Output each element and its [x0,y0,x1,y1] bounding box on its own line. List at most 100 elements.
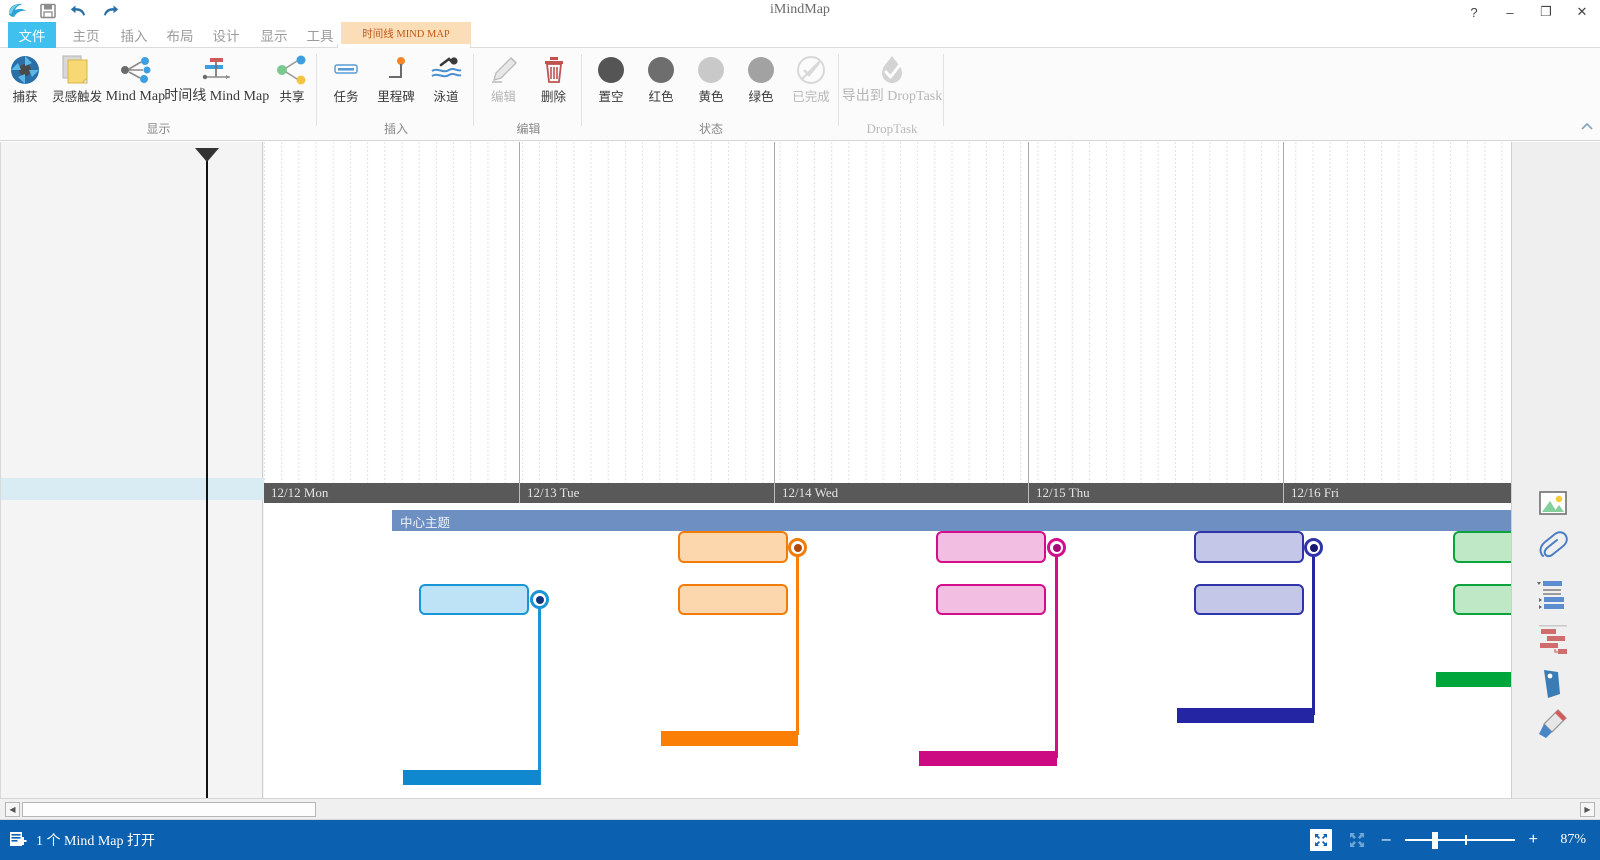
ribbon-group-separator [581,54,582,126]
swimlane-button[interactable]: 泳道 [421,50,471,114]
status-none-button[interactable]: 置空 [586,50,636,114]
milestone-connector [1312,547,1315,715]
minimize-button[interactable]: – [1502,4,1518,20]
trash-button[interactable]: 删除 [529,50,579,114]
date-cell-3[interactable]: 12/15 Thu [1028,483,1283,503]
zoom-slider-track [1405,839,1515,841]
task-node[interactable] [1453,531,1511,563]
milestone-marker[interactable] [1304,538,1323,557]
tab-3[interactable]: 布局 [156,22,204,48]
status-yellow-dot [698,50,724,90]
zoom-slider-thumb[interactable] [1432,832,1438,849]
brainstorm-button[interactable]: 灵感触发 [50,50,104,114]
contextual-tab-banner: 时间线 MIND MAP [341,22,471,44]
ribbon-item-label: 红色 [648,90,673,104]
status-red-button[interactable]: 红色 [636,50,686,114]
milestone-marker[interactable] [1047,538,1066,557]
timeline-grid[interactable] [264,142,1511,798]
scroll-left-arrow[interactable]: ◀ [5,802,20,817]
task-node[interactable] [1453,584,1511,615]
date-cell-1[interactable]: 12/13 Tue [519,483,774,503]
image-icon[interactable] [1530,480,1576,526]
swimlane-icon [429,50,463,90]
zoom-level-label: 87% [1552,832,1586,848]
task-node[interactable] [936,584,1046,615]
help-icon[interactable]: ? [1466,4,1482,20]
horizontal-scrollbar[interactable]: ◀ ▶ [0,798,1600,820]
day-separator-0 [519,142,520,489]
task-node[interactable] [1194,584,1304,615]
task-node[interactable] [419,584,529,615]
ribbon-item-label: 里程碑 [377,90,415,104]
status-done-button[interactable]: 已完成 [786,50,836,114]
title-bar: iMindMap ? – ❐ ✕ [0,0,1600,22]
status-red-dot [648,50,674,90]
milestone-marker[interactable] [788,538,807,557]
milestone-icon [379,50,413,90]
task-icon [329,50,363,90]
pencil-icon [487,50,521,90]
tab-0[interactable]: 文件 [8,22,56,48]
ribbon-item-label: 捕获 [12,90,37,104]
ribbon-item-label: 任务 [333,90,358,104]
task-node[interactable] [678,531,788,563]
zoom-out-button[interactable]: – [1382,832,1391,848]
timeline-axis-handle[interactable] [195,148,219,162]
mindmap-button[interactable]: Mind Map [104,50,166,114]
date-cell-0[interactable]: 12/12 Mon [264,483,519,503]
milestone-marker[interactable] [530,590,549,609]
ribbon-group-separator [943,54,944,126]
restore-button[interactable]: ❐ [1538,4,1554,20]
droptask-export-button[interactable]: 导出到 DropTask [840,50,944,114]
day-separator-1 [774,142,775,489]
status-yellow-button[interactable]: 黄色 [686,50,736,114]
ribbon-group-3: 置空红色黄色绿色已完成状态 [583,48,839,141]
zoom-in-button[interactable]: + [1529,832,1538,848]
capture-button[interactable]: 捕获 [0,50,50,114]
ribbon-group-0: 捕获灵感触发Mind Map时间线 Mind Map共享显示 [0,48,317,141]
fit-to-screen-icon[interactable] [1310,829,1332,851]
brainstorm-icon [60,50,94,90]
tab-5[interactable]: 显示 [250,22,298,48]
task-node[interactable] [678,584,788,615]
status-green-button[interactable]: 绿色 [736,50,786,114]
ribbon-group-title: DropTask [840,121,944,137]
ribbon-group-4: 导出到 DropTask DropTask [840,48,944,141]
gantt-icon[interactable] [1530,616,1576,662]
timeline-axis-line [206,148,208,798]
date-cell-2[interactable]: 12/14 Wed [774,483,1028,503]
date-cell-4[interactable]: 12/16 Fri [1283,483,1511,503]
collapse-ribbon-icon[interactable] [1580,120,1594,134]
scroll-thumb[interactable] [22,802,316,817]
zoom-slider-tick [1465,835,1467,845]
timeline-left-pane[interactable] [0,142,263,798]
timeline-canvas[interactable]: 12/12 Mon12/13 Tue12/14 Wed12/15 Thu12/1… [0,142,1600,798]
close-button[interactable]: ✕ [1574,4,1590,20]
timeline-button[interactable]: 时间线 Mind Map [166,50,267,114]
highlighter-icon[interactable] [1530,702,1576,748]
outline-icon[interactable] [1530,570,1576,616]
attachment-icon[interactable] [1530,526,1576,572]
open-document-label: 1 个 Mind Map 打开 [36,830,155,850]
status-left-group: 1 个 Mind Map 打开 [8,820,155,860]
pencil-button[interactable]: 编辑 [479,50,529,114]
ribbon-item-label: Mind Map [106,90,166,104]
tag-icon[interactable] [1530,660,1576,706]
central-topic-bar[interactable]: 中心主题 [392,510,1511,531]
scroll-right-arrow[interactable]: ▶ [1580,802,1595,817]
ribbon-item-label: 共享 [279,90,304,104]
ribbon-item-label: 编辑 [491,90,516,104]
share-button[interactable]: 共享 [267,50,317,114]
tab-4[interactable]: 设计 [202,22,250,48]
ribbon-group-title: 编辑 [475,120,582,137]
task-node[interactable] [936,531,1046,563]
task-button[interactable]: 任务 [321,50,371,114]
ribbon-tab-strip: 文件主页插入布局设计显示工具 时间线 MIND MAP 时间线 MIND MAP… [0,22,1600,48]
milestone-button[interactable]: 里程碑 [371,50,421,114]
full-screen-icon[interactable] [1346,829,1368,851]
tab-1[interactable]: 主页 [62,22,110,48]
tab-2[interactable]: 插入 [110,22,158,48]
task-node[interactable] [1194,531,1304,563]
zoom-slider[interactable] [1405,830,1515,850]
app-title: iMindMap [0,2,1600,18]
